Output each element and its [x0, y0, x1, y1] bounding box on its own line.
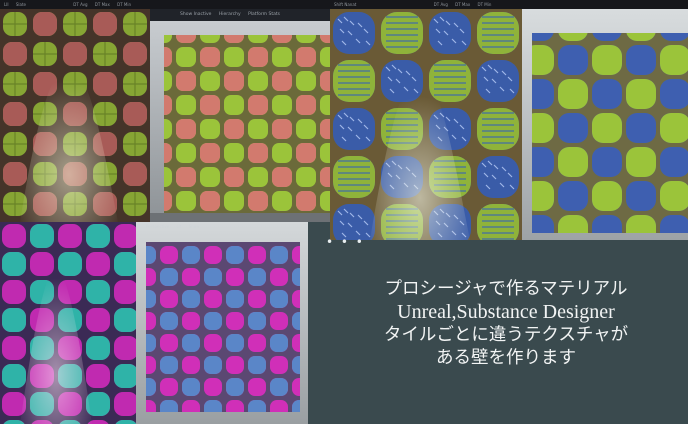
viewport-label: DT Min [477, 2, 492, 7]
tab-lit[interactable]: Lit [176, 224, 181, 229]
caption-line-2: Unreal,Substance Designer [397, 301, 615, 323]
toolbar-show-inactive[interactable]: Show Inactive [180, 12, 211, 17]
viewport-top-center[interactable]: Shift Nanat DT Avg DT Max DT Min [330, 0, 522, 240]
tile-wall-render [150, 21, 330, 222]
viewport-label: DT Min [117, 2, 132, 7]
viewport-label: DT Avg [73, 2, 88, 7]
viewport-bottom-second[interactable]: Perspective Lit Show [136, 222, 308, 424]
viewport-label: DT Avg [433, 2, 448, 7]
viewport-top-right-bar [522, 0, 688, 9]
tab-show[interactable]: Show [189, 224, 200, 229]
viewport-bottom-second-tabs: Perspective Lit Show [146, 224, 199, 229]
caption-line-1: プロシージャで作るマテリアル [384, 279, 628, 299]
viewport-top-right[interactable]: Perspective Lit Show [522, 0, 688, 240]
viewport-label: DT Max [94, 2, 110, 7]
toolbar-hierarchy[interactable]: Hierarchy [219, 12, 241, 17]
viewport-top-left[interactable]: LII Slate DT Avg DT Max DT Min [0, 0, 150, 222]
toolbar-platform-stats[interactable]: Platform Stats [248, 12, 280, 17]
tile-wall-render [0, 222, 136, 424]
viewport-label: Slate [15, 2, 27, 7]
viewport-bottom-left[interactable] [0, 222, 136, 424]
tile-wall-render [136, 222, 308, 424]
viewport-top-second-bar [150, 0, 330, 9]
viewport-top-second[interactable]: Show Inactive Hierarchy Platform Stats P… [150, 0, 330, 222]
caption-line-4: ある壁を作ります [436, 348, 576, 368]
viewport-top-center-bar: Shift Nanat DT Avg DT Max DT Min [330, 0, 522, 9]
tile-wall-render [0, 9, 150, 222]
viewport-label: Shift Nanat [334, 2, 357, 7]
editor-toolbar: Show Inactive Hierarchy Platform Stats [150, 9, 330, 21]
viewport-label: DT Max [455, 2, 471, 7]
caption-line-3: タイルごとに違うテクスチャが [383, 325, 629, 345]
tile-wall-render [522, 9, 688, 240]
caption-block: プロシージャで作るマテリアル Unreal,Substance Designer… [356, 278, 656, 370]
tab-perspective[interactable]: Perspective [146, 224, 169, 229]
viewport-label: LII [4, 2, 9, 7]
separator-dots: • • • [326, 235, 365, 249]
tile-wall-render [330, 9, 522, 240]
viewport-top-left-bar: LII Slate DT Avg DT Max DT Min [0, 0, 150, 9]
screenshot-collage: LII Slate DT Avg DT Max DT Min Show Inac… [0, 0, 688, 424]
